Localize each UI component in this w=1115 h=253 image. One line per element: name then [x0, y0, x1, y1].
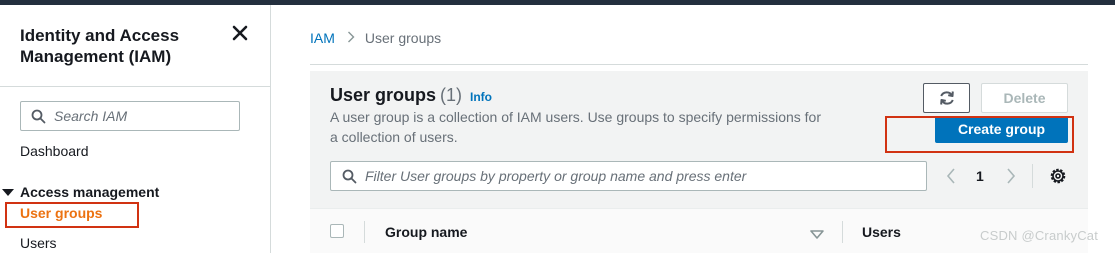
- refresh-icon: [940, 91, 954, 105]
- sidebar-item-users[interactable]: Users: [20, 235, 57, 251]
- chevron-right-icon: [347, 30, 355, 46]
- chevron-right-icon[interactable]: [1003, 166, 1019, 186]
- highlight-box-create-group: [885, 116, 1074, 153]
- table-header: Group name Users: [310, 208, 1088, 253]
- highlight-box-user-groups: [5, 202, 139, 228]
- panel-description: A user group is a collection of IAM user…: [330, 109, 821, 145]
- sidebar-search-box[interactable]: [20, 101, 240, 131]
- sidebar: Identity and Access Management (IAM) Das…: [0, 5, 271, 253]
- user-groups-panel: User groups (1) Info A user group is a co…: [310, 71, 1088, 253]
- close-icon[interactable]: [231, 24, 249, 42]
- page-number[interactable]: 1: [976, 168, 984, 184]
- refresh-button[interactable]: [923, 83, 970, 113]
- column-separator: [842, 221, 843, 243]
- caret-down-icon: [2, 189, 14, 196]
- filter-box[interactable]: [330, 161, 927, 191]
- select-all-checkbox[interactable]: [330, 224, 344, 238]
- pager-divider: [1032, 164, 1033, 188]
- delete-button[interactable]: Delete: [981, 83, 1068, 113]
- sidebar-item-dashboard[interactable]: Dashboard: [20, 143, 89, 159]
- breadcrumb-iam-link[interactable]: IAM: [310, 30, 335, 46]
- sidebar-section-label: Access management: [20, 184, 160, 200]
- info-link[interactable]: Info: [470, 90, 492, 104]
- sidebar-search-input[interactable]: [54, 106, 234, 126]
- group-count: (1): [440, 85, 463, 105]
- watermark: CSDN @CrankyCat: [980, 228, 1099, 243]
- filter-input[interactable]: [365, 166, 915, 186]
- breadcrumb-current: User groups: [364, 30, 442, 46]
- sidebar-divider: [0, 86, 270, 87]
- sidebar-title: Identity and Access Management (IAM): [20, 26, 180, 66]
- page-title: User groups (1): [330, 85, 462, 106]
- column-separator: [364, 221, 365, 243]
- breadcrumb: IAM User groups: [310, 30, 441, 46]
- chevron-left-icon[interactable]: [943, 166, 959, 186]
- search-icon: [342, 169, 357, 189]
- sidebar-section-access-management[interactable]: Access management: [2, 184, 159, 200]
- column-header-group-name[interactable]: Group name: [385, 224, 467, 240]
- search-icon: [31, 109, 46, 129]
- sort-down-icon[interactable]: [810, 227, 824, 239]
- gear-icon[interactable]: [1048, 166, 1068, 186]
- column-header-users[interactable]: Users: [862, 224, 901, 240]
- page-title-text: User groups: [330, 85, 437, 105]
- header-divider: [310, 64, 1088, 65]
